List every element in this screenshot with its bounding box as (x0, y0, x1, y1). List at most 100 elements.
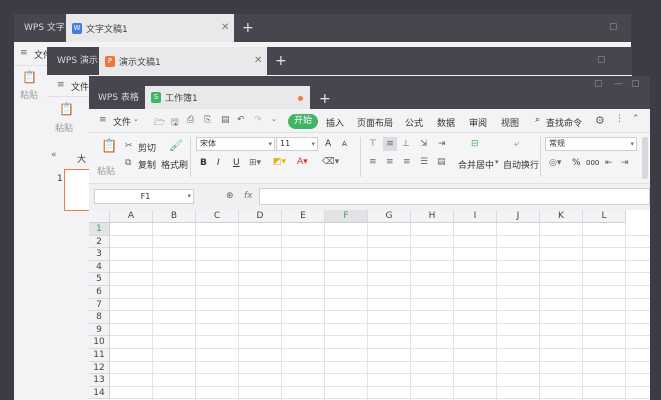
row-header-1[interactable]: 1 (89, 223, 110, 236)
undo-icon[interactable]: ↶ (237, 115, 245, 125)
column-header-i[interactable]: I (454, 210, 497, 223)
bold-button[interactable]: B (200, 158, 207, 168)
redo-icon[interactable]: ↷ (254, 115, 262, 125)
merge-center-button[interactable]: 合并居中 (458, 158, 494, 171)
presentation-paste-label[interactable]: 粘贴 (55, 121, 73, 134)
column-header-a[interactable]: A (110, 210, 153, 223)
restore-icon[interactable]: ▢ (631, 79, 640, 89)
tab-formula[interactable]: 公式 (405, 116, 423, 129)
sidebar-toggle-icon[interactable]: ▢ (594, 79, 603, 89)
indent-icon[interactable]: ⇥ (438, 139, 446, 149)
cut-button[interactable]: 剪切 (138, 141, 156, 154)
writer-restore-icon[interactable]: ▢ (609, 22, 618, 32)
menu-icon[interactable]: ≡ (99, 115, 107, 125)
row-header-10[interactable]: 10 (89, 336, 110, 349)
decimal-increase-icon[interactable]: ⇤ (605, 158, 613, 168)
thousands-button[interactable]: 000 (586, 159, 599, 167)
fx-button[interactable]: fx (244, 191, 253, 201)
copy-button[interactable]: 复制 (138, 158, 156, 171)
row-header-12[interactable]: 12 (89, 361, 110, 375)
shrink-font-button[interactable]: A (342, 140, 347, 148)
decimal-decrease-icon[interactable]: ⇥ (621, 158, 629, 168)
more-options-icon[interactable]: ⋮ (615, 114, 624, 124)
fill-color-icon[interactable]: ◩▾ (273, 157, 286, 167)
format-painter-icon[interactable]: 🖌 (169, 139, 183, 152)
column-header-g[interactable]: G (368, 210, 411, 223)
search-icon[interactable]: ⌕ (535, 115, 540, 125)
distributed-icon[interactable]: ▤ (437, 157, 446, 167)
row-header-7[interactable]: 7 (89, 298, 110, 312)
column-header-c[interactable]: C (196, 210, 239, 223)
file-menu-chevron-down-icon[interactable]: ⌄ (133, 115, 139, 123)
grow-font-button[interactable]: A (325, 139, 331, 149)
writer-app-tab[interactable]: WPS 文字 (18, 17, 65, 39)
copy-icon[interactable]: ⧉ (125, 158, 131, 168)
cut-icon[interactable]: ✂ (125, 141, 133, 151)
underline-button[interactable]: U (233, 158, 240, 168)
presentation-collapse-icon[interactable]: « (51, 150, 57, 160)
writer-paste-label[interactable]: 粘贴 (20, 88, 38, 101)
presentation-app-tab[interactable]: WPS 演示 (51, 50, 98, 72)
column-header-l[interactable]: L (583, 210, 626, 223)
row-header-14[interactable]: 14 (89, 386, 110, 400)
tab-page-layout[interactable]: 页面布局 (357, 116, 393, 129)
row-header-6[interactable]: 6 (89, 286, 110, 299)
justify-icon[interactable]: ☰ (420, 157, 428, 167)
font-color-icon[interactable]: A▾ (297, 157, 308, 167)
zoom-icon[interactable]: ⊕ (226, 191, 234, 201)
row-header-4[interactable]: 4 (89, 260, 110, 274)
align-right-icon[interactable]: ≡ (403, 157, 411, 167)
file-menu[interactable]: 文件 (113, 115, 131, 128)
column-header-j[interactable]: J (497, 210, 540, 223)
clear-format-icon[interactable]: ⌫▾ (322, 157, 339, 167)
row-header-11[interactable]: 11 (89, 349, 110, 362)
export-pdf-icon[interactable]: ▤ (221, 115, 230, 125)
tab-insert[interactable]: 插入 (326, 116, 344, 129)
open-folder-icon[interactable]: 🗁 (154, 115, 165, 131)
row-header-9[interactable]: 9 (89, 323, 110, 337)
writer-paste-icon[interactable]: 📋 (22, 70, 37, 84)
tab-data[interactable]: 数据 (437, 116, 455, 129)
align-middle-icon[interactable]: ≡ (383, 137, 397, 151)
tab-view[interactable]: 视图 (501, 116, 519, 129)
ribbon-scrollbar[interactable] (642, 137, 648, 179)
settings-gear-icon[interactable]: ⚙ (595, 114, 605, 127)
column-header-b[interactable]: B (153, 210, 196, 223)
align-top-icon[interactable]: ⊤ (369, 139, 377, 149)
presentation-new-tab-button[interactable]: + (275, 54, 287, 68)
row-header-5[interactable]: 5 (89, 273, 110, 286)
presentation-slide-thumbnail[interactable] (64, 169, 90, 211)
row-header-13[interactable]: 13 (89, 374, 110, 387)
italic-button[interactable]: I (217, 158, 220, 168)
column-header-k[interactable]: K (540, 210, 583, 223)
search-command[interactable]: 查找命令 (546, 116, 582, 129)
spreadsheet-app-tab[interactable]: WPS 表格 (93, 87, 139, 109)
row-header-2[interactable]: 2 (89, 235, 110, 249)
column-header-f[interactable]: F (325, 210, 368, 223)
tab-start[interactable]: 开始 (288, 114, 318, 129)
writer-doc-tab[interactable]: W 文字文稿1 (66, 14, 234, 42)
minimize-icon[interactable]: — (614, 79, 623, 89)
presentation-doc-tab[interactable]: P 演示文稿1 (99, 47, 267, 75)
paste-button[interactable]: 粘贴 (97, 164, 115, 177)
writer-new-tab-button[interactable]: + (242, 21, 254, 35)
merge-chevron-down-icon[interactable]: ▾ (495, 158, 499, 166)
font-size-select[interactable]: 11 ▾ (276, 137, 318, 151)
presentation-file-menu[interactable]: 文件 (71, 80, 89, 93)
format-painter-button[interactable]: 格式刷 (161, 158, 188, 171)
spreadsheet-new-tab-button[interactable]: + (319, 92, 331, 106)
writer-menu-icon[interactable]: ≡ (20, 48, 28, 58)
quick-access-chevron-icon[interactable]: ⌄ (271, 115, 277, 123)
presentation-menu-icon[interactable]: ≡ (57, 80, 65, 90)
align-left-icon[interactable]: ≡ (369, 157, 377, 167)
borders-icon[interactable]: ⊞▾ (249, 158, 261, 168)
select-all-corner[interactable] (89, 210, 110, 223)
formula-input[interactable] (259, 188, 650, 205)
tab-review[interactable]: 审阅 (469, 116, 487, 129)
font-family-select[interactable]: 宋体 ▾ (196, 137, 275, 151)
paste-icon[interactable]: 📋 (101, 139, 117, 154)
presentation-paste-icon[interactable]: 📋 (59, 102, 74, 116)
column-header-h[interactable]: H (411, 210, 454, 223)
align-center-icon[interactable]: ≡ (386, 157, 394, 167)
align-bottom-icon[interactable]: ⊥ (402, 139, 410, 149)
